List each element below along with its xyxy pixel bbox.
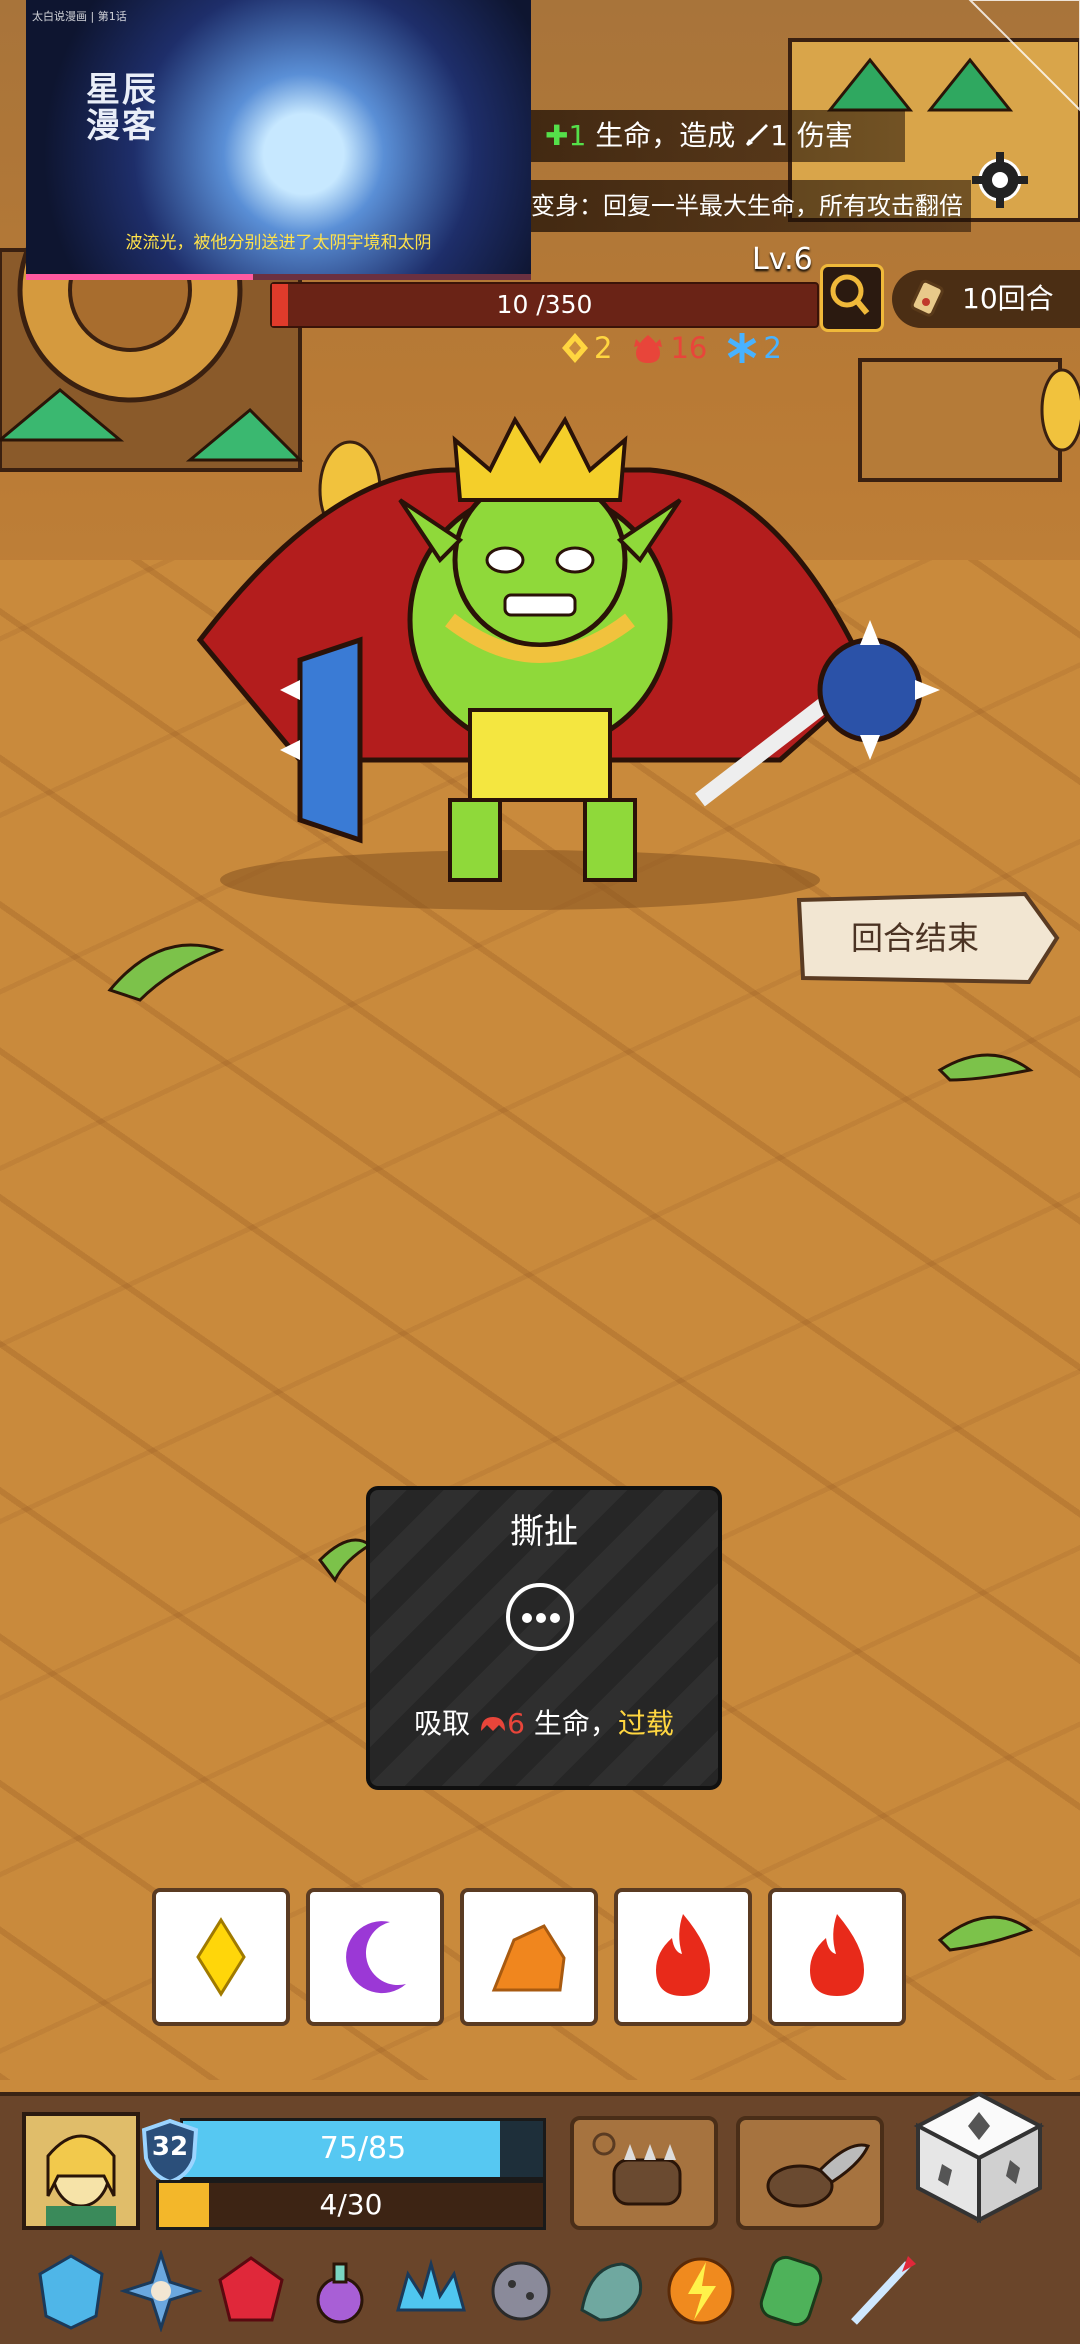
desc-mid: 生命，	[533, 1707, 618, 1740]
status-dodge-value: 2	[594, 331, 613, 365]
armor-value: 32	[151, 2132, 189, 2162]
enemy-intent-line: ✚1 生命，造成 1 伤害	[531, 110, 905, 162]
die-flame-1[interactable]	[614, 1888, 752, 2026]
status-frost: 2	[725, 331, 782, 365]
lightning-orb-icon[interactable]	[660, 2250, 742, 2332]
video-overlay[interactable]: 太白说漫画 | 第1话 星辰漫客 波流光，被他分别送进了太阴宇境和太阴	[26, 0, 531, 280]
armor-badge: 32	[140, 2118, 200, 2184]
desc-value: 6	[507, 1707, 525, 1740]
video-progress-bar	[26, 274, 531, 280]
rage-icon	[634, 335, 663, 363]
turn-counter: 10回合	[892, 270, 1080, 328]
crystal-crown-icon[interactable]	[390, 2250, 472, 2332]
scroll-icon	[910, 279, 944, 317]
dodge-icon	[562, 333, 588, 363]
ice-gem-icon[interactable]	[30, 2250, 112, 2332]
status-rage-value: 16	[670, 331, 708, 365]
flame-icon	[656, 1914, 710, 1996]
moon-icon	[346, 1921, 406, 1994]
heal-plus-icon: ✚	[545, 119, 569, 152]
crossbow-bolt-icon[interactable]	[840, 2250, 922, 2332]
status-rage: 16	[630, 331, 707, 365]
damage-amount: 1	[770, 119, 788, 152]
player-avatar[interactable]	[22, 2112, 140, 2230]
diamond-icon	[196, 1917, 246, 1997]
player-hp-text: 75/85	[319, 2131, 407, 2166]
status-frost-value: 2	[763, 331, 782, 365]
die-diamond[interactable]	[152, 1888, 290, 2026]
status-dodge: 2	[560, 331, 612, 365]
heal-amount: 1	[568, 119, 587, 152]
end-turn-label: 回合结束	[850, 919, 979, 957]
shovel-icon	[766, 2143, 871, 2208]
enemy-level: Lv.6	[752, 242, 813, 277]
player-exp-text: 4/30	[319, 2188, 383, 2221]
die-rock[interactable]	[460, 1888, 598, 2026]
inspect-button[interactable]	[820, 264, 884, 332]
skill-card-description: 吸取 6 生命，过载	[370, 1702, 718, 1742]
video-subtitle: 波流光，被他分别送进了太阴宇境和太阴	[125, 233, 432, 253]
desc-prefix: 吸取	[414, 1707, 471, 1740]
enemy-transform-line: 变身：回复一半最大生命，所有攻击翻倍	[531, 180, 971, 232]
hero-portrait-icon	[26, 2116, 136, 2226]
enemy-hp-bar: 10 /350	[270, 282, 819, 328]
compass-star-icon[interactable]	[119, 2249, 203, 2333]
die-moon[interactable]	[306, 1888, 444, 2026]
skill-card-title: 撕扯	[510, 1512, 578, 1552]
player-hp-bar: 75/85	[180, 2118, 546, 2180]
rock-icon	[491, 1924, 566, 1992]
sword-icon	[746, 124, 769, 146]
spiked-fist-icon	[592, 2132, 682, 2206]
enemy-status-row: 2 16 2	[560, 328, 782, 368]
ruby-icon[interactable]	[210, 2250, 292, 2332]
video-tag: 太白说漫画 | 第1话	[32, 10, 127, 23]
enemy-hp-text: 10 /350	[496, 290, 593, 319]
dragon-head-icon[interactable]	[570, 2250, 652, 2332]
gear-icon[interactable]	[970, 150, 1030, 210]
flame-icon	[810, 1914, 864, 1996]
intent-text-damage: 伤害	[796, 119, 853, 152]
die-flame-2[interactable]	[768, 1888, 906, 2026]
magnifier-icon	[830, 274, 870, 315]
relic-bar	[30, 2249, 1070, 2334]
skill-slot-dig[interactable]	[736, 2116, 884, 2230]
end-turn-button[interactable]: 回合结束	[795, 890, 1060, 986]
player-exp-bar: 4/30	[156, 2180, 546, 2230]
potion-icon[interactable]	[300, 2250, 382, 2332]
desc-keyword-overload[interactable]: 过载	[618, 1707, 674, 1740]
roll-dice-button[interactable]	[912, 2090, 1046, 2224]
skill-slot-fist[interactable]	[570, 2116, 718, 2230]
spiked-ball-icon[interactable]	[480, 2250, 562, 2332]
more-icon	[506, 1583, 574, 1651]
green-stone-icon[interactable]	[750, 2250, 832, 2332]
video-title: 星辰漫客	[86, 70, 158, 146]
frost-icon	[728, 333, 757, 363]
turn-counter-label: 10回合	[962, 282, 1054, 315]
lifesteal-icon	[481, 1717, 506, 1731]
dice-row	[152, 1888, 906, 2026]
enemy-skill-card: 撕扯 吸取 6 生命，过载	[366, 1486, 722, 1790]
intent-text-heal: 生命，造成	[595, 119, 736, 152]
